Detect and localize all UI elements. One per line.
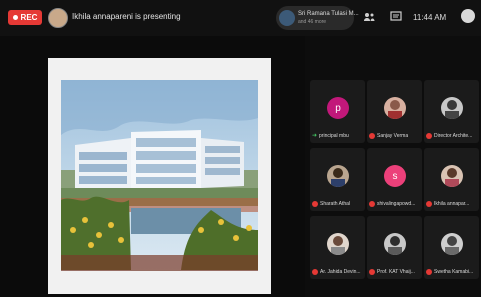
shared-slide bbox=[48, 58, 271, 294]
participant-name: principal mbu bbox=[319, 132, 349, 139]
participant-name: shivalingapowd... bbox=[377, 201, 416, 207]
participant-tile[interactable]: p ➜ principal mbu bbox=[310, 80, 365, 143]
participant-tile[interactable]: s shivalingapowd... bbox=[367, 148, 422, 211]
participant-grid: p ➜ principal mbu Sanjay Verma Director A… bbox=[306, 54, 481, 297]
self-avatar[interactable] bbox=[461, 9, 475, 23]
mic-muted-icon bbox=[426, 133, 432, 139]
participant-name: Prof. KAT Vhaij... bbox=[377, 269, 415, 275]
participant-tile[interactable]: Ar. Jahida Devin... bbox=[310, 216, 365, 279]
top-toolbar: REC Ikhila annapareni is presenting Sri … bbox=[0, 0, 481, 36]
arrow-icon: ➜ bbox=[312, 133, 318, 139]
clock-time: 11:44 AM bbox=[413, 13, 447, 22]
participant-tile[interactable]: Prof. KAT Vhaij... bbox=[367, 216, 422, 279]
mic-muted-icon bbox=[369, 133, 375, 139]
participant-tile[interactable]: Sanjay Verma bbox=[367, 80, 422, 143]
participant-name: Sharath Athal bbox=[320, 201, 351, 207]
avatar bbox=[384, 97, 406, 119]
mic-muted-icon bbox=[369, 269, 375, 275]
avatar bbox=[327, 233, 349, 255]
avatar bbox=[384, 233, 406, 255]
chat-icon[interactable] bbox=[389, 10, 403, 24]
mic-muted-icon bbox=[312, 201, 318, 207]
participant-name: Ikhila annapar... bbox=[434, 201, 470, 207]
record-dot-icon bbox=[12, 15, 18, 20]
presenter-avatar bbox=[48, 8, 68, 28]
avatar bbox=[441, 165, 463, 187]
mic-muted-icon bbox=[312, 269, 318, 275]
avatar: s bbox=[384, 165, 406, 187]
avatar bbox=[441, 97, 463, 119]
participant-name: Sanjay Verma bbox=[377, 133, 409, 139]
avatar bbox=[441, 233, 463, 255]
presenter-status: Ikhila annapareni is presenting bbox=[72, 12, 181, 21]
mic-muted-icon bbox=[369, 201, 375, 207]
avatar bbox=[327, 165, 349, 187]
people-icon[interactable] bbox=[362, 10, 376, 24]
rec-label: REC bbox=[20, 13, 38, 22]
mic-muted-icon bbox=[426, 201, 432, 207]
avatar: p bbox=[327, 97, 349, 119]
pinned-avatar bbox=[279, 10, 295, 26]
participant-tile[interactable]: Director Archite... bbox=[424, 80, 479, 143]
participant-name: Ar. Jahida Devin... bbox=[320, 269, 361, 275]
participant-tile[interactable]: Swetha Kamabi... bbox=[424, 216, 479, 279]
pinned-participant-pill[interactable]: Sri Ramana Tulasi M... and 46 more bbox=[276, 6, 359, 30]
participant-tile[interactable]: Ikhila annapar... bbox=[424, 148, 479, 211]
recording-badge: REC bbox=[8, 10, 42, 25]
pinned-name: Sri Ramana Tulasi M... bbox=[298, 11, 359, 17]
participant-name: Swetha Kamabi... bbox=[434, 269, 474, 275]
participant-name: Director Archite... bbox=[434, 133, 473, 139]
mic-muted-icon bbox=[426, 269, 432, 275]
building-photo bbox=[61, 80, 258, 271]
pinned-subtitle: and 46 more bbox=[298, 19, 327, 25]
participant-tile[interactable]: Sharath Athal bbox=[310, 148, 365, 211]
